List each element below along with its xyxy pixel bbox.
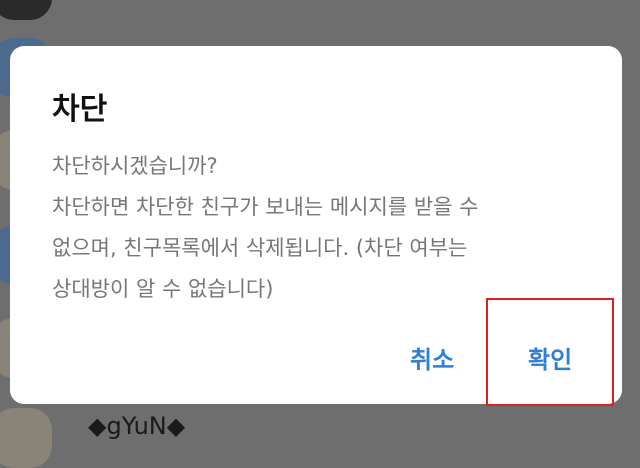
message-line: 없으며, 친구목록에서 삭제됩니다. (차단 여부는 <box>52 236 468 260</box>
friend-avatar <box>0 0 52 20</box>
cancel-button[interactable]: 취소 <box>410 340 454 375</box>
message-line: 차단하면 차단한 친구가 보내는 메시지를 받을 수 <box>52 195 479 219</box>
friend-avatar <box>0 408 52 468</box>
dialog-title: 차단 <box>52 92 108 127</box>
dialog-message: 차단하시겠습니까? 차단하면 차단한 친구가 보내는 메시지를 받을 수 없으며… <box>52 146 592 310</box>
highlight-box <box>486 298 614 406</box>
message-line: 차단하시겠습니까? <box>52 154 218 178</box>
friend-name: ◆gYuN◆ <box>88 412 186 440</box>
